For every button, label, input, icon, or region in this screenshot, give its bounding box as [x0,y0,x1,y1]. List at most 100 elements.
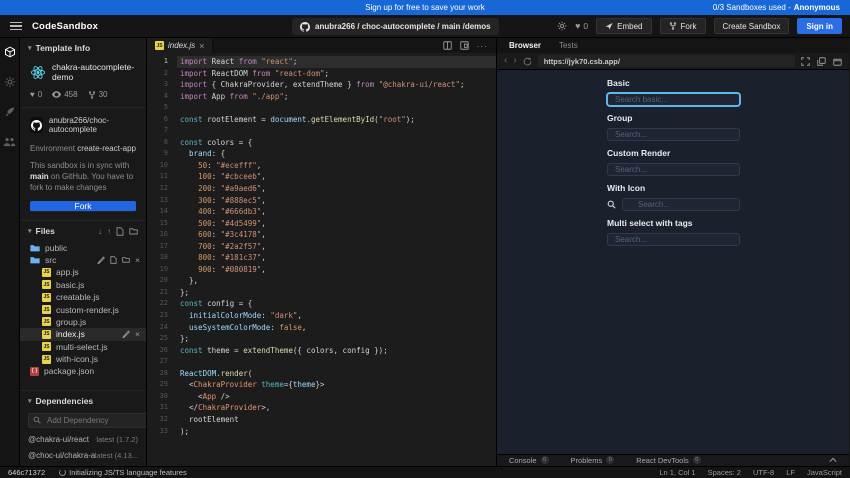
code-line-23[interactable]: 23 initialColorMode: "dark", [147,310,496,322]
close-icon[interactable]: × [199,41,204,51]
code-line-19[interactable]: 19 900: "#080819", [147,264,496,276]
code-line-3[interactable]: 3import { ChakraProvider, extendTheme } … [147,79,496,91]
file-row-multi-select-js[interactable]: JSmulti-select.js [20,341,146,353]
github-repo-breadcrumb[interactable]: anubra266 / choc-autocomplete / main /de… [292,18,499,35]
code-line-32[interactable]: 32 rootElement [147,414,496,426]
embed-button[interactable]: Embed [596,18,651,34]
file-row-group-js[interactable]: JSgroup.js [20,316,146,328]
tab-index-js[interactable]: JS index.js × [147,38,213,53]
code-line-6[interactable]: 6const rootElement = document.getElement… [147,114,496,126]
code-line-5[interactable]: 5 [147,102,496,114]
menu-icon[interactable] [10,22,22,31]
file-row-basic-js[interactable]: JSbasic.js [20,279,146,291]
duplicate-window-icon[interactable] [817,57,826,66]
download-icon[interactable]: ↓ [98,227,102,236]
github-source-row[interactable]: anubra266/choc-autocomplete [20,108,146,138]
dependency-row[interactable]: @chakra-ui/reactlatest (1.7.2) [20,432,146,448]
language-mode[interactable]: JavaScript [807,468,842,477]
delete-icon[interactable]: × [135,255,140,265]
file-row-public[interactable]: public [20,241,146,253]
rename-icon[interactable] [97,256,105,264]
forward-icon[interactable]: › [513,56,516,66]
codesandbox-logo[interactable]: CodeSandbox [32,21,98,32]
code-line-7[interactable]: 7 [147,125,496,137]
dependency-row[interactable]: @choc-ui/chakra-autoc...latest (4.13... [20,448,146,464]
code-line-1[interactable]: 1import React from "react"; [147,56,496,68]
sandbox-title[interactable]: chakra-autocomplete-demo [52,62,136,82]
live-team-icon[interactable] [3,136,16,148]
tab-browser[interactable]: Browser [509,41,541,50]
code-line-21[interactable]: 21}; [147,287,496,299]
split-view-icon[interactable] [443,41,452,50]
expand-console-icon[interactable] [829,457,837,463]
file-row-custom-render-js[interactable]: JScustom-render.js [20,303,146,315]
add-dependency-input[interactable] [28,413,147,428]
cursor-position[interactable]: Ln 1, Col 1 [659,468,695,477]
code-line-22[interactable]: 22const config = { [147,298,496,310]
code-line-15[interactable]: 15 500: "#4d5499", [147,218,496,230]
multi-select-with-tags-search-input[interactable] [607,233,740,246]
sign-in-button[interactable]: Sign in [797,18,842,34]
file-row-src[interactable]: src× [20,254,146,266]
file-row-creatable-js[interactable]: JScreatable.js [20,291,146,303]
dependency-row[interactable]: @emotion/reactlatest (11.7.0) [20,464,146,466]
like-count[interactable]: ♥0 [575,21,588,31]
tab-tests[interactable]: Tests [559,41,578,50]
group-search-input[interactable] [607,128,740,141]
code-line-4[interactable]: 4import App from "./app"; [147,91,496,103]
code-line-29[interactable]: 29 <ChakraProvider theme={theme}> [147,379,496,391]
deployment-rocket-icon[interactable] [4,106,16,118]
file-row-index-js[interactable]: JSindex.js× [20,328,146,340]
rename-icon[interactable] [122,330,130,338]
open-new-window-icon[interactable] [833,57,842,66]
file-row-package-json[interactable]: { }package.json [20,365,146,377]
code-line-33[interactable]: 33); [147,426,496,438]
url-input[interactable] [538,55,795,67]
sidebar-fork-button[interactable]: Fork [30,201,136,212]
code-line-16[interactable]: 16 600: "#3c4178", [147,229,496,241]
eol-setting[interactable]: LF [786,468,795,477]
code-line-17[interactable]: 17 700: "#2a2f57", [147,241,496,253]
code-line-12[interactable]: 12 200: "#a9aed6", [147,183,496,195]
file-row-app-js[interactable]: JSapp.js [20,266,146,278]
code-line-13[interactable]: 13 300: "#888ec5", [147,195,496,207]
settings-icon[interactable] [557,21,567,31]
code-line-28[interactable]: 28ReactDOM.render( [147,368,496,380]
create-sandbox-button[interactable]: Create Sandbox [714,18,790,34]
code-area[interactable]: 1import React from "react";2import React… [147,53,496,466]
code-line-10[interactable]: 10 50: "#ecefff", [147,160,496,172]
open-preview-icon[interactable] [460,41,469,50]
config-gear-icon[interactable] [4,76,16,88]
files-header[interactable]: ▾ Files ↓ ↑ [20,221,146,239]
code-line-30[interactable]: 30 <App /> [147,391,496,403]
responsive-mode-icon[interactable] [801,57,810,66]
code-line-9[interactable]: 9 brand: { [147,148,496,160]
upload-icon[interactable]: ↑ [107,227,111,236]
dependencies-header[interactable]: ▾ Dependencies [20,391,146,409]
basic-search-input[interactable] [607,93,740,106]
code-line-27[interactable]: 27 [147,356,496,368]
code-line-11[interactable]: 11 100: "#cbceeb", [147,171,496,183]
new-file-icon[interactable] [116,227,124,236]
indentation-setting[interactable]: Spaces: 2 [708,468,741,477]
code-line-24[interactable]: 24 useSystemColorMode: false, [147,322,496,334]
problems-tab[interactable]: Problems0 [571,456,615,465]
console-tab[interactable]: Console0 [509,456,549,465]
code-line-20[interactable]: 20 }, [147,275,496,287]
file-row-with-icon-js[interactable]: JSwith-icon.js [20,353,146,365]
code-line-14[interactable]: 14 400: "#666db3", [147,206,496,218]
code-line-18[interactable]: 18 800: "#181c37", [147,252,496,264]
refresh-icon[interactable] [523,57,532,66]
code-line-8[interactable]: 8const colors = { [147,137,496,149]
new-folder-icon[interactable] [129,227,138,235]
with-icon-search-input[interactable] [622,198,740,211]
sandbox-cube-icon[interactable] [4,46,16,58]
code-line-26[interactable]: 26const theme = extendTheme({ colors, co… [147,345,496,357]
template-info-header[interactable]: ▾ Template Info [20,38,146,56]
more-options-icon[interactable]: ··· [477,41,489,51]
fork-button[interactable]: Fork [660,18,706,34]
new-file-icon[interactable] [110,256,117,264]
code-line-2[interactable]: 2import ReactDOM from "react-dom"; [147,68,496,80]
back-icon[interactable]: ‹ [504,56,507,66]
new-folder-icon[interactable] [122,256,130,263]
